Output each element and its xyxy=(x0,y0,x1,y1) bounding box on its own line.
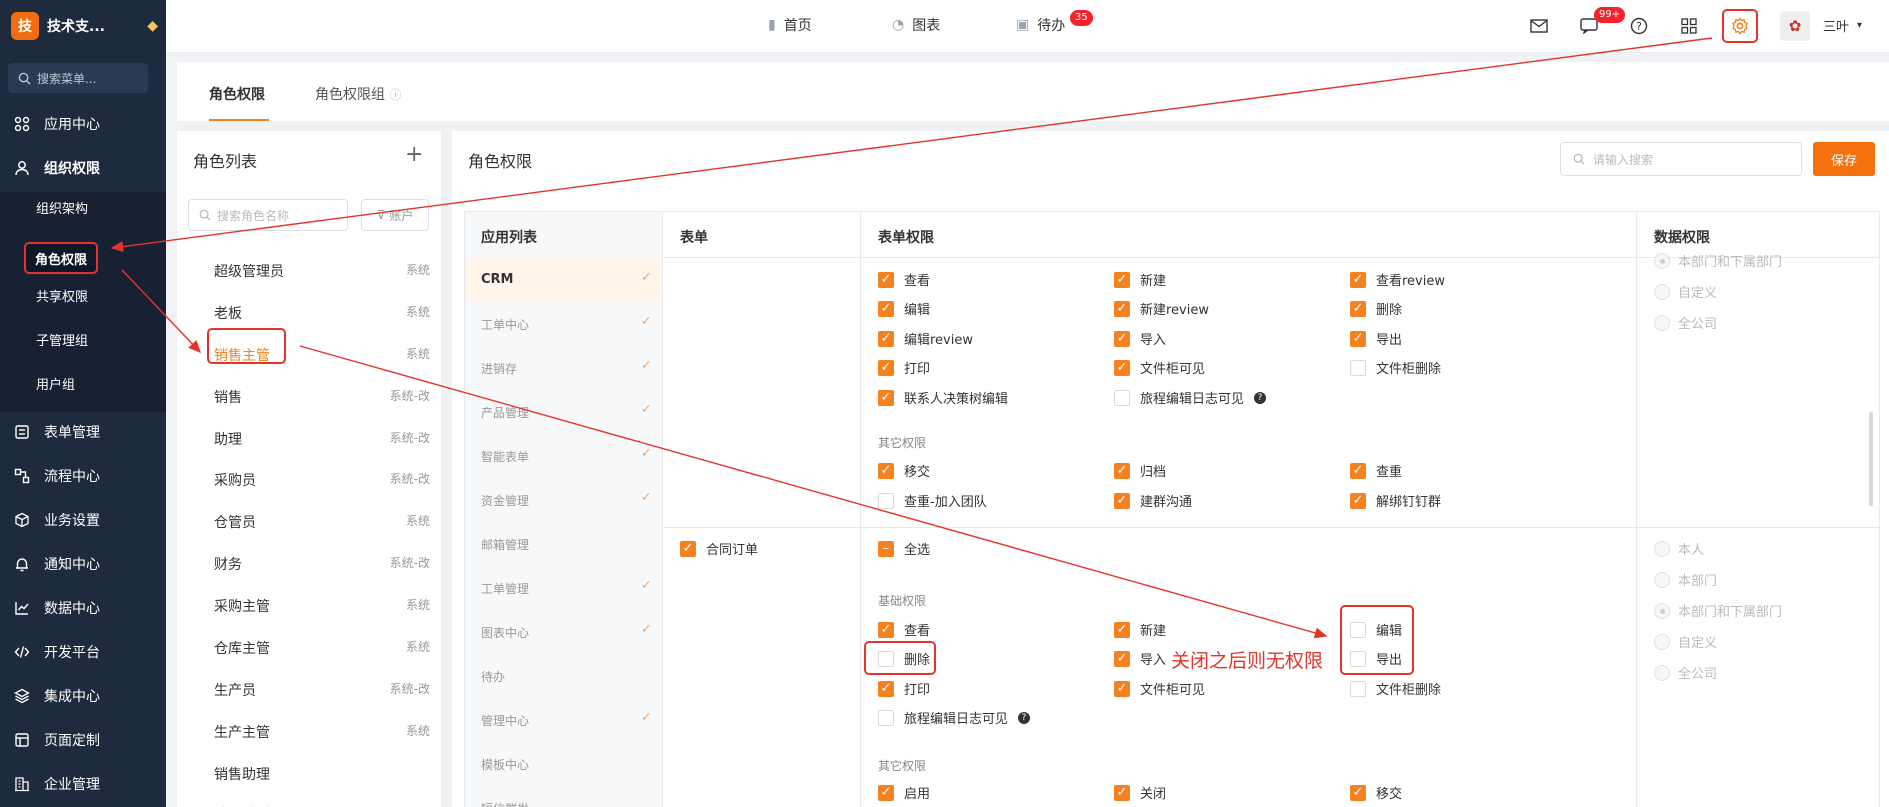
arrow-to-edit-permission xyxy=(299,345,1328,639)
arrow-to-sales-manager xyxy=(121,269,201,354)
arrow-settings-to-role-permission xyxy=(110,37,1713,253)
annotation-arrows xyxy=(110,37,1713,639)
